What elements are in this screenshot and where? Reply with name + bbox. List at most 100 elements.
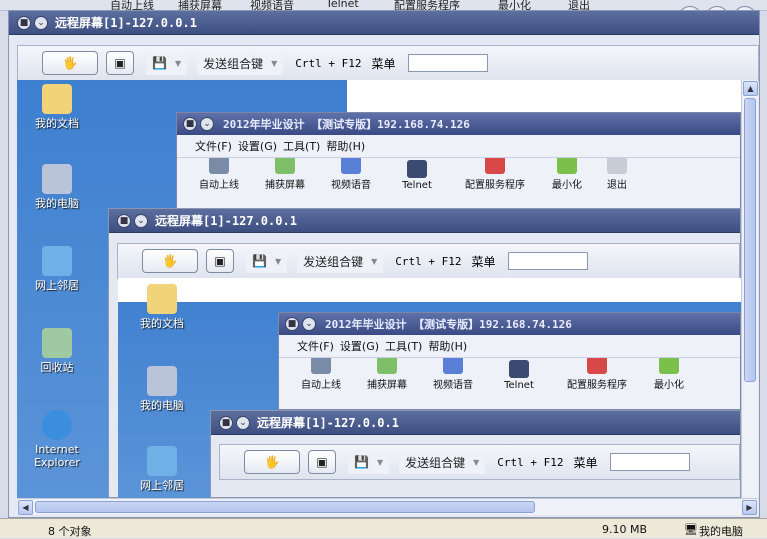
terminal-icon bbox=[509, 360, 529, 378]
screen-capture-icon bbox=[377, 358, 397, 374]
network-icon bbox=[42, 246, 72, 276]
menu-label: 菜单 bbox=[371, 56, 396, 71]
toolbar-label: 自动上线 bbox=[301, 380, 341, 391]
menu-settings[interactable]: 设置(G) bbox=[340, 338, 379, 354]
desktop-icon-my-documents[interactable]: 我的文档 bbox=[27, 84, 87, 130]
save-button[interactable]: 💾 ▼ bbox=[348, 450, 390, 474]
remote-title-bar: ■ ⌄ 远程屏幕[1]-127.0.0.1 bbox=[9, 11, 759, 35]
window-menu-icon[interactable]: ■ bbox=[17, 15, 31, 30]
webcam-icon bbox=[443, 358, 463, 374]
app-title: 2012年毕业设计 【测试专版】192.168.74.126 bbox=[223, 118, 470, 131]
scroll-right-icon[interactable]: ▶ bbox=[742, 500, 757, 515]
send-combo-label: 发送组合键 bbox=[203, 56, 264, 71]
app-title: 2012年毕业设计 【测试专版】192.168.74.126 bbox=[325, 318, 572, 331]
icon-label: 我的文档 bbox=[35, 117, 79, 130]
scroll-up-icon[interactable]: ▲ bbox=[743, 81, 758, 96]
horizontal-scroll-thumb[interactable] bbox=[35, 501, 535, 513]
desktop-icon-network[interactable]: 网上邻居 bbox=[27, 246, 87, 292]
terminal-icon bbox=[407, 160, 427, 178]
folder-icon bbox=[42, 84, 72, 114]
scroll-left-icon[interactable]: ◀ bbox=[18, 500, 33, 515]
toolbar-label: 捕获屏幕 bbox=[265, 180, 305, 191]
toolbar-configure[interactable]: 配置服务程序 bbox=[555, 358, 639, 391]
fullscreen-button[interactable]: ▣ bbox=[308, 450, 336, 474]
remote-input-box[interactable] bbox=[507, 252, 588, 270]
desktop-icon-my-computer[interactable]: 我的电脑 bbox=[27, 164, 87, 210]
toolbar-capture-screen[interactable]: 捕获屏幕 bbox=[357, 358, 417, 391]
remote-input-box[interactable] bbox=[407, 54, 488, 72]
app-title-bar: ■ ⌄ 2012年毕业设计 【测试专版】192.168.74.126 bbox=[177, 113, 740, 135]
satellite-icon bbox=[311, 358, 331, 374]
chevron-down-icon[interactable]: ⌄ bbox=[302, 317, 316, 331]
status-size: 9.10 MB bbox=[602, 523, 648, 536]
menu-help[interactable]: 帮助(H) bbox=[326, 138, 365, 154]
toolbar-video-voice[interactable]: 视频语音 bbox=[423, 358, 483, 391]
shortcut-label: Crtl + F12 bbox=[497, 455, 564, 469]
toolbar-label: Telnet bbox=[402, 180, 432, 191]
toolbar-minimize[interactable]: 最小化 bbox=[543, 158, 591, 191]
toolbar-minimize[interactable]: 最小化 bbox=[645, 358, 693, 391]
toolbar-telnet[interactable]: Telnet bbox=[387, 160, 447, 191]
window-menu-icon[interactable]: ■ bbox=[285, 317, 299, 331]
icon-label: Internet Explorer bbox=[34, 443, 80, 469]
save-button[interactable]: 💾 ▼ bbox=[246, 249, 288, 273]
toolbar-label: 配置服务程序 bbox=[465, 180, 525, 191]
arrow-down-icon bbox=[659, 358, 679, 374]
control-toggle-button[interactable]: 🖐 bbox=[42, 51, 98, 75]
save-button[interactable]: 💾 ▼ bbox=[146, 51, 188, 75]
app-toolbar: 自动上线 捕获屏幕 视频语音 Telnet 配置服务程序 最小化 退出 bbox=[177, 157, 740, 191]
chevron-down-icon[interactable]: ⌄ bbox=[34, 15, 48, 30]
icon-label: 我的电脑 bbox=[35, 197, 79, 210]
toolbar-label: Telnet bbox=[504, 380, 534, 391]
window-menu-icon[interactable]: ■ bbox=[117, 213, 131, 228]
shortcut-label: Crtl + F12 bbox=[395, 254, 462, 268]
control-toggle-button[interactable]: 🖐 bbox=[244, 450, 300, 474]
send-combo-key-dropdown[interactable]: 发送组合键 ▼ bbox=[297, 249, 384, 273]
desktop-icon-ie[interactable]: Internet Explorer bbox=[27, 410, 87, 469]
window-menu-icon[interactable]: ■ bbox=[183, 117, 197, 131]
control-toggle-button[interactable]: 🖐 bbox=[142, 249, 198, 273]
menu-tools[interactable]: 工具(T) bbox=[283, 138, 320, 154]
icon-label: 我的电脑 bbox=[140, 399, 184, 412]
menu-label: 菜单 bbox=[573, 455, 598, 470]
menu-help[interactable]: 帮助(H) bbox=[428, 338, 467, 354]
toolbar-capture-screen[interactable]: 捕获屏幕 bbox=[255, 158, 315, 191]
menu-file[interactable]: 文件(F) bbox=[297, 338, 334, 354]
toolbar-auto-online[interactable]: 自动上线 bbox=[291, 358, 351, 391]
toolbar-configure[interactable]: 配置服务程序 bbox=[453, 158, 537, 191]
horizontal-scrollbar[interactable]: ◀ ▶ bbox=[17, 498, 758, 515]
arrow-down-icon bbox=[557, 158, 577, 174]
fullscreen-button[interactable]: ▣ bbox=[206, 249, 234, 273]
desktop-icon-my-computer[interactable]: 我的电脑 bbox=[132, 366, 192, 412]
window-menu-icon[interactable]: ■ bbox=[219, 415, 233, 430]
app-menu-bar: 文件(F) 设置(G) 工具(T) 帮助(H) bbox=[279, 335, 740, 357]
network-icon bbox=[147, 446, 177, 476]
toolbar-label: 退出 bbox=[607, 180, 627, 191]
fullscreen-button[interactable]: ▣ bbox=[106, 51, 134, 75]
desktop-icon-network[interactable]: 网上邻居 bbox=[132, 446, 192, 492]
remote-screen-window-nested-2: ■ ⌄ 远程屏幕[1]-127.0.0.1 🖐 ▣ 💾 ▼ 发送组合键 ▼ Crtl… bbox=[210, 410, 741, 498]
toolbar-auto-online[interactable]: 自动上线 bbox=[189, 158, 249, 191]
send-combo-key-dropdown[interactable]: 发送组合键 ▼ bbox=[399, 450, 486, 474]
menu-tools[interactable]: 工具(T) bbox=[385, 338, 422, 354]
chevron-down-icon[interactable]: ⌄ bbox=[200, 117, 214, 131]
chevron-down-icon[interactable]: ⌄ bbox=[134, 213, 148, 228]
vertical-scroll-thumb[interactable] bbox=[744, 98, 756, 382]
menu-settings[interactable]: 设置(G) bbox=[238, 138, 277, 154]
remote-title: 远程屏幕[1]-127.0.0.1 bbox=[155, 214, 297, 228]
vertical-scrollbar[interactable]: ▲ bbox=[741, 80, 758, 498]
chevron-down-icon[interactable]: ⌄ bbox=[236, 415, 250, 430]
remote-toolbar: 🖐 ▣ 💾 ▼ 发送组合键 ▼ Crtl + F12 菜单 bbox=[219, 444, 740, 480]
desktop-icon-recycle-bin[interactable]: 回收站 bbox=[27, 328, 87, 374]
send-combo-key-dropdown[interactable]: 发送组合键 ▼ bbox=[197, 51, 284, 75]
app-toolbar: 自动上线 捕获屏幕 视频语音 Telnet 配置服务程序 最小化 bbox=[279, 357, 740, 391]
config-icon bbox=[485, 158, 505, 174]
toolbar-exit[interactable]: 退出 bbox=[597, 158, 637, 191]
exit-icon bbox=[607, 158, 627, 174]
status-object-count: 8 个对象 bbox=[48, 525, 92, 538]
menu-file[interactable]: 文件(F) bbox=[195, 138, 232, 154]
remote-input-box[interactable] bbox=[609, 453, 690, 471]
toolbar-video-voice[interactable]: 视频语音 bbox=[321, 158, 381, 191]
toolbar-telnet[interactable]: Telnet bbox=[489, 360, 549, 391]
desktop-icon-my-documents[interactable]: 我的文档 bbox=[132, 284, 192, 330]
